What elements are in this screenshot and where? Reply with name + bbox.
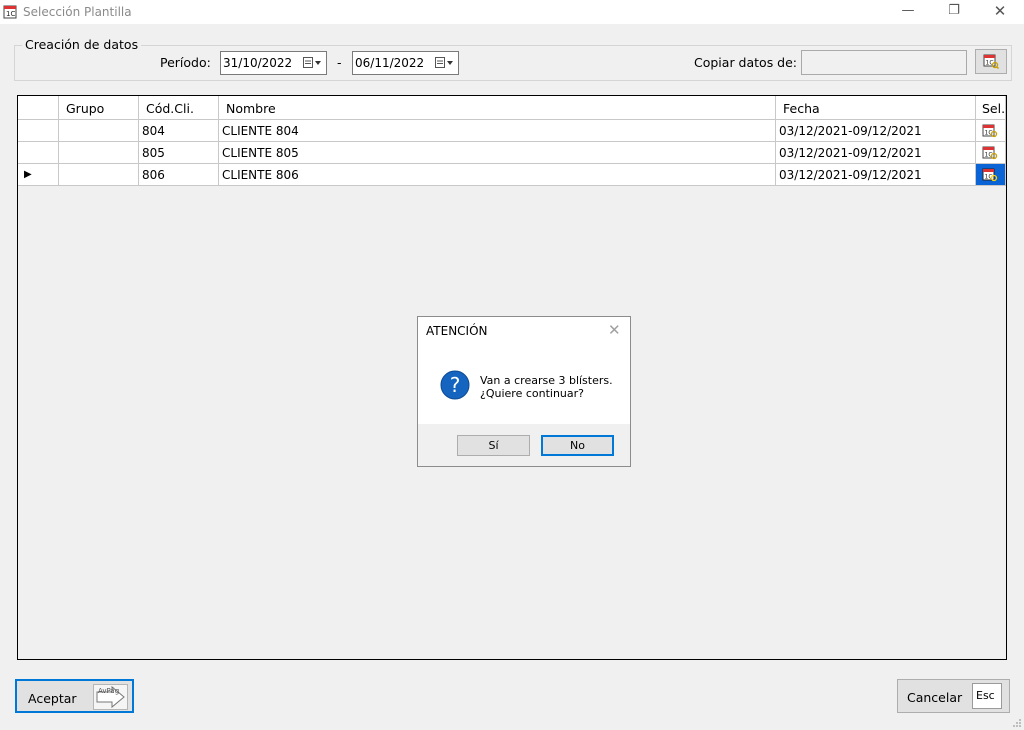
- row-header-corner: [18, 96, 59, 120]
- svg-text:1C: 1C: [6, 10, 15, 18]
- accept-label: Aceptar: [28, 691, 77, 706]
- fecha-cell[interactable]: 03/12/2021-09/12/2021: [776, 164, 976, 186]
- range-separator: -: [337, 55, 342, 70]
- nombre-cell[interactable]: CLIENTE 806: [219, 164, 776, 186]
- column-header-nombre[interactable]: Nombre: [219, 96, 776, 120]
- dialog-close-icon[interactable]: ✕: [608, 321, 621, 339]
- restore-button[interactable]: ❐: [931, 0, 977, 24]
- nombre-cell[interactable]: CLIENTE 805: [219, 142, 776, 164]
- date-from-value: 31/10/2022: [223, 56, 293, 70]
- cancel-label: Cancelar: [907, 690, 963, 705]
- accept-button[interactable]: Aceptar AvPág: [15, 679, 134, 713]
- cod-cli-cell[interactable]: 805: [139, 142, 219, 164]
- row-indicator[interactable]: [18, 120, 59, 142]
- svg-text:?: ?: [450, 373, 461, 397]
- calendar-dropdown-icon[interactable]: [435, 57, 455, 69]
- calendar-search-icon[interactable]: 1C: [982, 123, 998, 138]
- cod-cli-cell[interactable]: 806: [139, 164, 219, 186]
- select-cell-selected[interactable]: 1C: [976, 164, 1006, 186]
- resize-grip-icon[interactable]: [1012, 718, 1022, 728]
- window-title: Selección Plantilla: [23, 5, 132, 19]
- pgdn-key-badge: AvPág: [93, 684, 128, 710]
- column-header-sel[interactable]: Sel.: [976, 96, 1006, 120]
- close-button[interactable]: ✕: [977, 0, 1023, 24]
- select-cell[interactable]: 1C: [976, 142, 1006, 164]
- calendar-search-icon[interactable]: 1C: [982, 145, 998, 160]
- column-header-cod-cli[interactable]: Cód.Cli.: [139, 96, 219, 120]
- copy-data-button[interactable]: 1C: [975, 49, 1007, 74]
- period-label: Período:: [160, 55, 211, 70]
- yes-button[interactable]: Sí: [457, 435, 530, 456]
- no-button[interactable]: No: [541, 435, 614, 456]
- calendar-dropdown-icon[interactable]: [303, 57, 323, 69]
- esc-key-label: Esc: [976, 689, 995, 702]
- confirm-dialog: ATENCIÓN ✕ ? Van a crearse 3 blísters. ¿…: [417, 316, 631, 467]
- question-icon: ?: [440, 370, 470, 400]
- date-to-picker[interactable]: 06/11/2022: [352, 51, 459, 75]
- grupo-cell[interactable]: [59, 142, 139, 164]
- dialog-message-line1: Van a crearse 3 blísters.: [480, 374, 613, 387]
- grupo-cell[interactable]: [59, 120, 139, 142]
- copy-data-field[interactable]: [801, 50, 967, 75]
- minimize-button[interactable]: —: [885, 0, 931, 24]
- cancel-button[interactable]: Cancelar Esc: [897, 679, 1010, 713]
- calendar-search-icon: 1C: [983, 54, 999, 69]
- calendar-search-icon[interactable]: 1C: [982, 167, 998, 182]
- date-to-value: 06/11/2022: [355, 56, 425, 70]
- title-bar: 1C Selección Plantilla — ❐ ✕: [0, 0, 1024, 24]
- pgdn-key-label: AvPág: [98, 687, 120, 695]
- row-indicator[interactable]: ▶: [18, 164, 59, 186]
- group-title: Creación de datos: [22, 37, 142, 52]
- column-header-fecha[interactable]: Fecha: [776, 96, 976, 120]
- cod-cli-cell[interactable]: 804: [139, 120, 219, 142]
- fecha-cell[interactable]: 03/12/2021-09/12/2021: [776, 142, 976, 164]
- grupo-cell[interactable]: [59, 164, 139, 186]
- dialog-title: ATENCIÓN: [426, 324, 488, 338]
- row-indicator[interactable]: [18, 142, 59, 164]
- fecha-cell[interactable]: 03/12/2021-09/12/2021: [776, 120, 976, 142]
- calendar-app-icon: 1C: [3, 5, 17, 19]
- date-from-picker[interactable]: 31/10/2022: [220, 51, 327, 75]
- dialog-message-line2: ¿Quiere continuar?: [480, 387, 585, 400]
- esc-key-badge: Esc: [972, 683, 1002, 709]
- nombre-cell[interactable]: CLIENTE 804: [219, 120, 776, 142]
- column-header-grupo[interactable]: Grupo: [59, 96, 139, 120]
- select-cell[interactable]: 1C: [976, 120, 1006, 142]
- copy-data-label: Copiar datos de:: [694, 55, 798, 70]
